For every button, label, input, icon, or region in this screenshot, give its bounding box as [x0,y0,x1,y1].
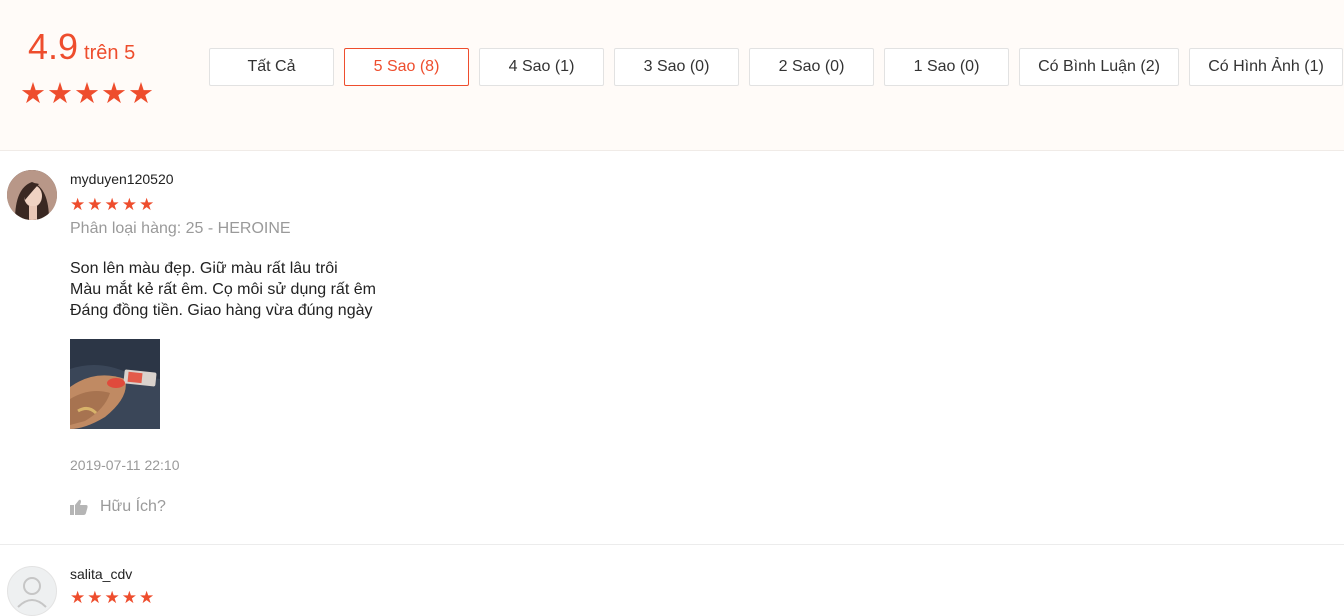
review-item: salita_cdv ★ ★ ★ ★ ★ [0,545,1344,616]
star-icon: ★ [139,195,155,214]
star-icon: ★ [87,588,103,607]
helpful-label: Hữu Ích? [100,498,166,515]
star-icon: ★ [139,588,155,607]
review-username[interactable]: salita_cdv [70,566,132,582]
comment-line: Son lên màu đẹp. Giữ màu rất lâu trôi [70,260,338,277]
review-stars: ★ ★ ★ ★ ★ [70,196,154,213]
review-item: myduyen120520 ★ ★ ★ ★ ★ Phân loại hàng: … [0,0,1344,544]
review-comment: Son lên màu đẹp. Giữ màu rất lâu trôi Mà… [70,258,376,321]
avatar[interactable] [7,170,57,220]
thumbs-up-icon [70,499,88,515]
review-stars: ★ ★ ★ ★ ★ [70,589,154,606]
star-icon: ★ [70,588,86,607]
star-icon: ★ [121,588,137,607]
user-icon [17,577,47,608]
star-icon: ★ [104,195,120,214]
review-username[interactable]: myduyen120520 [70,171,174,187]
star-icon: ★ [70,195,86,214]
review-variation: Phân loại hàng: 25 - HEROINE [70,220,291,237]
review-timestamp: 2019-07-11 22:10 [70,457,180,473]
comment-line: Màu mắt kẻ rất êm. Cọ môi sử dụng rất êm [70,281,376,298]
star-icon: ★ [104,588,120,607]
review-photo[interactable] [70,339,160,429]
avatar[interactable] [7,566,57,616]
helpful-button[interactable]: Hữu Ích? [70,498,166,516]
star-icon: ★ [87,195,103,214]
comment-line: Đáng đồng tiền. Giao hàng vừa đúng ngày [70,302,373,319]
review-photo-image [70,339,160,429]
star-icon: ★ [121,195,137,214]
avatar-photo-icon [7,170,57,220]
